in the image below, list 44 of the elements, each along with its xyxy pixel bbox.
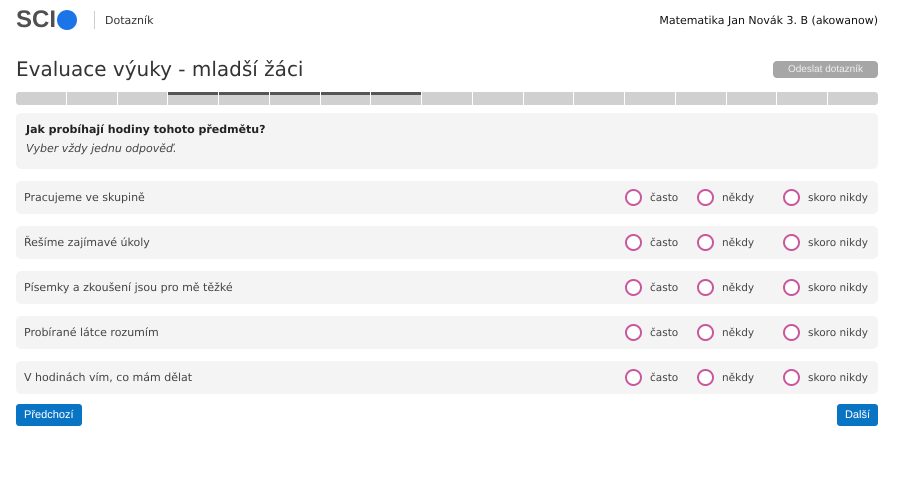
radio-button[interactable] [697, 189, 714, 206]
question-hint: Vyber vždy jednu odpověď. [26, 142, 178, 155]
option-label[interactable]: často [650, 326, 678, 338]
option-label[interactable]: skoro nikdy [808, 326, 868, 338]
statement-text: V hodinách vím, co mám dělat [24, 371, 192, 384]
option-label[interactable]: skoro nikdy [808, 236, 868, 248]
statement-text: Řešíme zajímavé úkoly [24, 236, 150, 249]
radio-button[interactable] [783, 234, 800, 251]
radio-button[interactable] [783, 189, 800, 206]
option-label[interactable]: někdy [722, 282, 754, 294]
radio-button[interactable] [697, 369, 714, 386]
radio-button[interactable] [625, 279, 642, 296]
logo-text: SCI [16, 6, 56, 34]
radio-button[interactable] [697, 234, 714, 251]
option-label[interactable]: často [650, 236, 678, 248]
radio-button[interactable] [625, 189, 642, 206]
option-label[interactable]: někdy [722, 236, 754, 248]
option-label[interactable]: často [650, 372, 678, 384]
statement-text: Probírané látce rozumím [24, 326, 159, 339]
option-label[interactable]: někdy [722, 326, 754, 338]
statement-text: Písemky a zkoušení jsou pro mě těžké [24, 281, 233, 294]
context-label: Matematika Jan Novák 3. B (akowanow) [659, 14, 878, 26]
radio-button[interactable] [783, 279, 800, 296]
radio-button[interactable] [697, 324, 714, 341]
statement-text: Pracujeme ve skupině [24, 191, 145, 204]
option-label[interactable]: skoro nikdy [808, 192, 868, 204]
next-button[interactable]: Další [836, 404, 878, 426]
radio-button[interactable] [625, 234, 642, 251]
page-title: Evaluace výuky - mladší žáci [16, 57, 304, 81]
option-label[interactable]: často [650, 192, 678, 204]
radio-button[interactable] [783, 324, 800, 341]
radio-button[interactable] [783, 369, 800, 386]
section-label: Dotazník [105, 14, 154, 26]
logo-circle-icon [57, 10, 78, 30]
option-label[interactable]: často [650, 282, 678, 294]
option-label[interactable]: skoro nikdy [808, 372, 868, 384]
question-text: Jak probíhají hodiny tohoto předmětu? [26, 123, 267, 136]
radio-button[interactable] [697, 279, 714, 296]
previous-button[interactable]: Předchozí [16, 404, 82, 426]
option-label[interactable]: skoro nikdy [808, 282, 868, 294]
option-label[interactable]: někdy [722, 192, 754, 204]
radio-button[interactable] [625, 324, 642, 341]
radio-button[interactable] [625, 369, 642, 386]
option-label[interactable]: někdy [722, 372, 754, 384]
